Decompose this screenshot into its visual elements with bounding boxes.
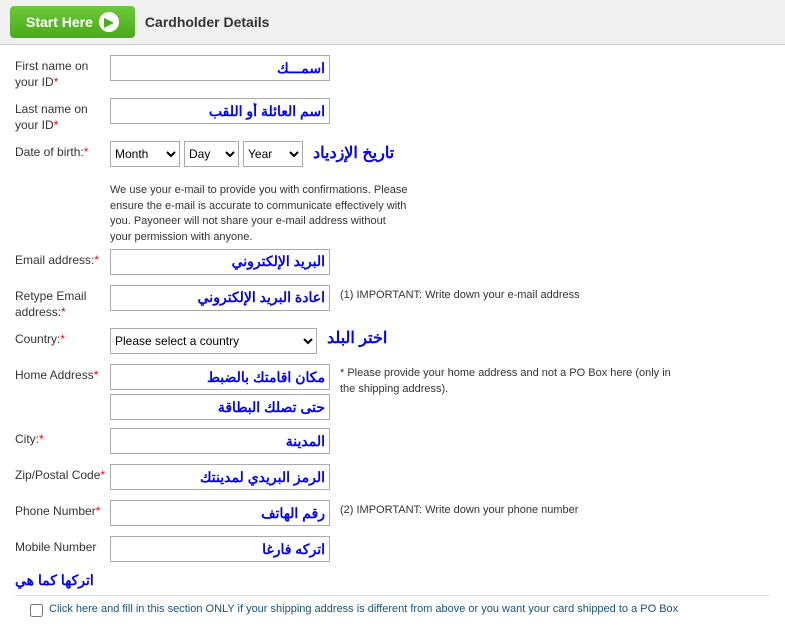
mobile-input[interactable] bbox=[110, 536, 330, 562]
dob-month-select[interactable]: Month bbox=[110, 141, 180, 167]
shipping-checkbox[interactable] bbox=[30, 604, 43, 617]
last-name-input[interactable] bbox=[110, 98, 330, 124]
email-info-text: We use your e-mail to provide you with c… bbox=[110, 177, 410, 249]
zip-label: Zip/Postal Code* bbox=[15, 464, 110, 484]
page-header: Start Here ▶ Cardholder Details bbox=[0, 0, 785, 45]
zip-row: Zip/Postal Code* bbox=[15, 464, 770, 492]
mobile-label: Mobile Number bbox=[15, 536, 110, 556]
dob-arabic-label: تاريخ الإزدياد bbox=[313, 141, 394, 163]
home-address-line2-input[interactable] bbox=[110, 394, 330, 420]
mobile-row: Mobile Number bbox=[15, 536, 770, 564]
first-name-row: First name on your ID* bbox=[15, 55, 770, 90]
dob-year-select[interactable]: Year bbox=[243, 141, 303, 167]
first-name-label: First name on your ID* bbox=[15, 55, 110, 90]
email-note: (1) IMPORTANT: Write down your e-mail ad… bbox=[340, 285, 580, 301]
country-arabic-label: اختر البلد bbox=[327, 328, 387, 348]
country-select[interactable]: Please select a country bbox=[110, 328, 317, 354]
email-label: Email address:* bbox=[15, 249, 110, 269]
shipping-checkbox-row: Click here and fill in this section ONLY… bbox=[15, 602, 770, 617]
leave-as-is-label: اتركها كما هي bbox=[15, 572, 94, 589]
home-address-line1-input[interactable] bbox=[110, 364, 330, 390]
retype-email-label: Retype Email address:* bbox=[15, 285, 110, 320]
address-note: * Please provide your home address and n… bbox=[340, 364, 680, 397]
dob-label: Date of birth:* bbox=[15, 141, 110, 161]
home-address-row: Home Address* * Please provide your home… bbox=[15, 364, 770, 420]
shipping-checkbox-label: Click here and fill in this section ONLY… bbox=[49, 602, 678, 617]
email-input[interactable] bbox=[110, 249, 330, 275]
country-label: Country:* bbox=[15, 328, 110, 348]
page-title: Cardholder Details bbox=[145, 14, 269, 30]
retype-email-input[interactable] bbox=[110, 285, 330, 311]
country-row: Country:* Please select a country اختر ا… bbox=[15, 328, 770, 356]
start-here-button[interactable]: Start Here ▶ bbox=[10, 6, 135, 38]
arrow-icon: ▶ bbox=[99, 12, 119, 32]
dob-day-select[interactable]: Day bbox=[184, 141, 239, 167]
last-name-label: Last name on your ID* bbox=[15, 98, 110, 133]
phone-label: Phone Number* bbox=[15, 500, 110, 520]
first-name-input[interactable] bbox=[110, 55, 330, 81]
zip-input[interactable] bbox=[110, 464, 330, 490]
leave-as-is-row: اتركها كما هي bbox=[15, 572, 770, 589]
dob-row: Date of birth:* Month Day Year تاريخ الإ… bbox=[15, 141, 770, 169]
phone-row: Phone Number* (2) IMPORTANT: Write down … bbox=[15, 500, 770, 528]
retype-email-row: Retype Email address:* (1) IMPORTANT: Wr… bbox=[15, 285, 770, 320]
home-address-inputs bbox=[110, 364, 330, 420]
last-name-row: Last name on your ID* bbox=[15, 98, 770, 133]
home-address-label: Home Address* bbox=[15, 364, 110, 384]
cardholder-form: First name on your ID* Last name on your… bbox=[0, 45, 785, 628]
dob-inputs: Month Day Year bbox=[110, 141, 303, 167]
phone-input[interactable] bbox=[110, 500, 330, 526]
city-input[interactable] bbox=[110, 428, 330, 454]
city-row: City:* bbox=[15, 428, 770, 456]
city-label: City:* bbox=[15, 428, 110, 448]
section-divider bbox=[15, 595, 770, 596]
phone-note: (2) IMPORTANT: Write down your phone num… bbox=[340, 500, 578, 516]
email-row: Email address:* bbox=[15, 249, 770, 277]
start-here-label: Start Here bbox=[26, 14, 93, 30]
